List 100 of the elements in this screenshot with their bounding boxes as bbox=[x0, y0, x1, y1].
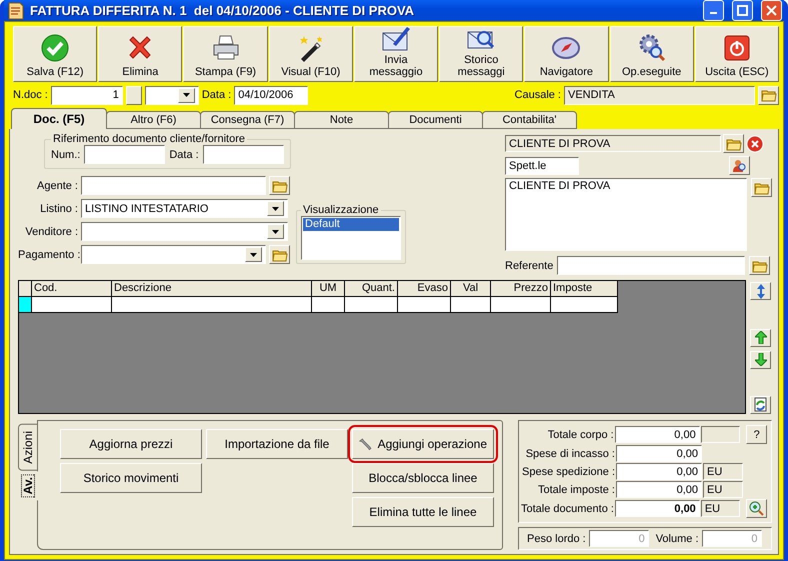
address-field[interactable]: CLIENTE DI PROVA bbox=[505, 178, 747, 251]
person-search-icon bbox=[732, 158, 747, 173]
toolbar-button[interactable]: Salva (F12) bbox=[13, 26, 98, 82]
column-header[interactable]: Imposte bbox=[551, 281, 618, 297]
table-cell[interactable] bbox=[345, 297, 398, 313]
refresh-button[interactable] bbox=[750, 396, 771, 414]
folder-button[interactable] bbox=[758, 86, 779, 104]
search-button[interactable] bbox=[729, 156, 750, 175]
dropdown-field[interactable] bbox=[144, 86, 199, 104]
amount-field[interactable]: 0,00 bbox=[614, 426, 700, 443]
input-field[interactable] bbox=[202, 145, 284, 164]
list-box[interactable]: Default bbox=[301, 216, 401, 260]
toolbar-button[interactable]: Elimina bbox=[98, 26, 182, 82]
dropdown-button[interactable] bbox=[178, 88, 195, 102]
magnifier-icon bbox=[749, 501, 764, 516]
tab[interactable]: Consegna (F7) bbox=[200, 111, 295, 129]
tab[interactable]: Note bbox=[294, 111, 389, 129]
sort-button[interactable] bbox=[750, 282, 771, 300]
tab[interactable]: Contabilita' bbox=[482, 111, 577, 129]
maximize-icon bbox=[737, 5, 748, 16]
toolbar-button[interactable]: Uscita (ESC) bbox=[694, 26, 779, 82]
field-label: Num.: bbox=[51, 148, 80, 160]
input-field[interactable]: 04/10/2006 bbox=[234, 86, 308, 104]
dropdown-button[interactable] bbox=[245, 247, 262, 262]
table-cell[interactable] bbox=[398, 297, 451, 313]
input-field[interactable]: VENDITA bbox=[564, 86, 755, 104]
app-icon bbox=[8, 2, 24, 20]
toolbar-button[interactable]: Visual (F10) bbox=[268, 26, 353, 82]
dropdown-field[interactable]: LISTINO INTESTATARIO bbox=[81, 199, 288, 218]
table-cell[interactable] bbox=[112, 297, 312, 313]
tab[interactable]: Doc. (F5) bbox=[11, 108, 107, 129]
minimize-button[interactable] bbox=[703, 0, 724, 21]
help-button[interactable]: ? bbox=[746, 425, 767, 444]
amount-field[interactable]: 0,00 bbox=[616, 481, 702, 498]
side-tab[interactable]: Av. bbox=[18, 470, 38, 500]
close-button[interactable] bbox=[761, 0, 782, 21]
field-label: Referente bbox=[505, 260, 554, 272]
currency-field: EU bbox=[703, 463, 743, 480]
folder-button[interactable] bbox=[723, 134, 744, 153]
group-title: Visualizzazione bbox=[302, 204, 380, 216]
folder-button[interactable] bbox=[749, 256, 770, 275]
folder-icon bbox=[754, 180, 770, 194]
column-header[interactable]: Descrizione bbox=[112, 281, 312, 297]
small-button[interactable] bbox=[126, 86, 142, 104]
column-header[interactable]: Prezzo bbox=[491, 281, 551, 297]
maximize-button[interactable] bbox=[732, 0, 753, 21]
input-field[interactable] bbox=[557, 256, 746, 275]
table-cell[interactable] bbox=[491, 297, 551, 313]
folder-button[interactable] bbox=[269, 176, 290, 195]
delete-icon[interactable] bbox=[746, 134, 764, 152]
field-label: Data : bbox=[169, 148, 199, 160]
action-button[interactable]: Aggiorna prezzi bbox=[60, 429, 202, 459]
action-button[interactable]: Storico movimenti bbox=[60, 463, 202, 493]
window-title: FATTURA DIFFERITA N. 1 del 04/10/2006 - CLIENTE DI PROVA bbox=[30, 3, 416, 18]
column-header[interactable]: Quant. bbox=[345, 281, 398, 297]
zoom-button[interactable] bbox=[746, 499, 767, 518]
table-cell[interactable] bbox=[551, 297, 618, 313]
toolbar-button[interactable]: Navigatore bbox=[524, 26, 609, 82]
dropdown-button[interactable] bbox=[267, 201, 284, 216]
column-header[interactable]: UM bbox=[312, 281, 345, 297]
close-icon bbox=[766, 5, 777, 16]
action-button[interactable]: Importazione da file bbox=[206, 429, 348, 459]
move-up-button[interactable] bbox=[750, 328, 771, 347]
action-button[interactable]: Elimina tutte le linee bbox=[352, 497, 494, 527]
input-field[interactable]: Spett.le bbox=[505, 156, 579, 174]
tab[interactable]: Documenti bbox=[388, 111, 483, 129]
column-header[interactable]: Cod. bbox=[32, 281, 112, 297]
toolbar-button[interactable]: Op.eseguite bbox=[610, 26, 694, 82]
folder-button[interactable] bbox=[269, 245, 290, 264]
table-cell[interactable] bbox=[451, 297, 491, 313]
toolbar-button[interactable]: Storico messaggi bbox=[439, 26, 524, 82]
side-tab[interactable]: Azioni bbox=[18, 424, 38, 471]
column-header[interactable]: Evaso bbox=[398, 281, 451, 297]
input-field[interactable] bbox=[81, 176, 266, 195]
table-cell[interactable] bbox=[312, 297, 345, 313]
action-button[interactable]: Blocca/sblocca linee bbox=[352, 463, 494, 493]
list-item[interactable]: Default bbox=[303, 218, 399, 231]
amount-field[interactable]: 0,00 bbox=[614, 500, 700, 517]
folder-icon bbox=[752, 258, 768, 272]
input-field[interactable] bbox=[84, 145, 166, 164]
check-icon bbox=[40, 32, 70, 62]
caret-icon bbox=[272, 206, 279, 210]
folder-button[interactable] bbox=[751, 178, 772, 197]
input-field[interactable]: 1 bbox=[50, 86, 123, 104]
amount-field[interactable]: 0,00 bbox=[616, 445, 702, 462]
up-down-arrow-icon bbox=[756, 284, 764, 299]
toolbar-button[interactable]: Stampa (F9) bbox=[183, 26, 268, 82]
field-label: Listino : bbox=[39, 202, 78, 214]
tab[interactable]: Altro (F6) bbox=[106, 111, 201, 129]
amount-field[interactable]: 0,00 bbox=[616, 463, 702, 480]
customer-name-field[interactable]: CLIENTE DI PROVA bbox=[505, 135, 721, 152]
dropdown-button[interactable] bbox=[267, 224, 284, 239]
dropdown-field[interactable] bbox=[81, 222, 288, 241]
field-label: Spese spedizione : bbox=[521, 466, 615, 478]
action-button[interactable]: Aggiungi operazione bbox=[352, 429, 494, 459]
column-header[interactable]: Val bbox=[451, 281, 491, 297]
dropdown-field[interactable] bbox=[81, 245, 266, 264]
move-down-button[interactable] bbox=[750, 350, 771, 370]
toolbar-button[interactable]: Invia messaggio bbox=[354, 26, 438, 82]
table-cell[interactable] bbox=[32, 297, 112, 313]
